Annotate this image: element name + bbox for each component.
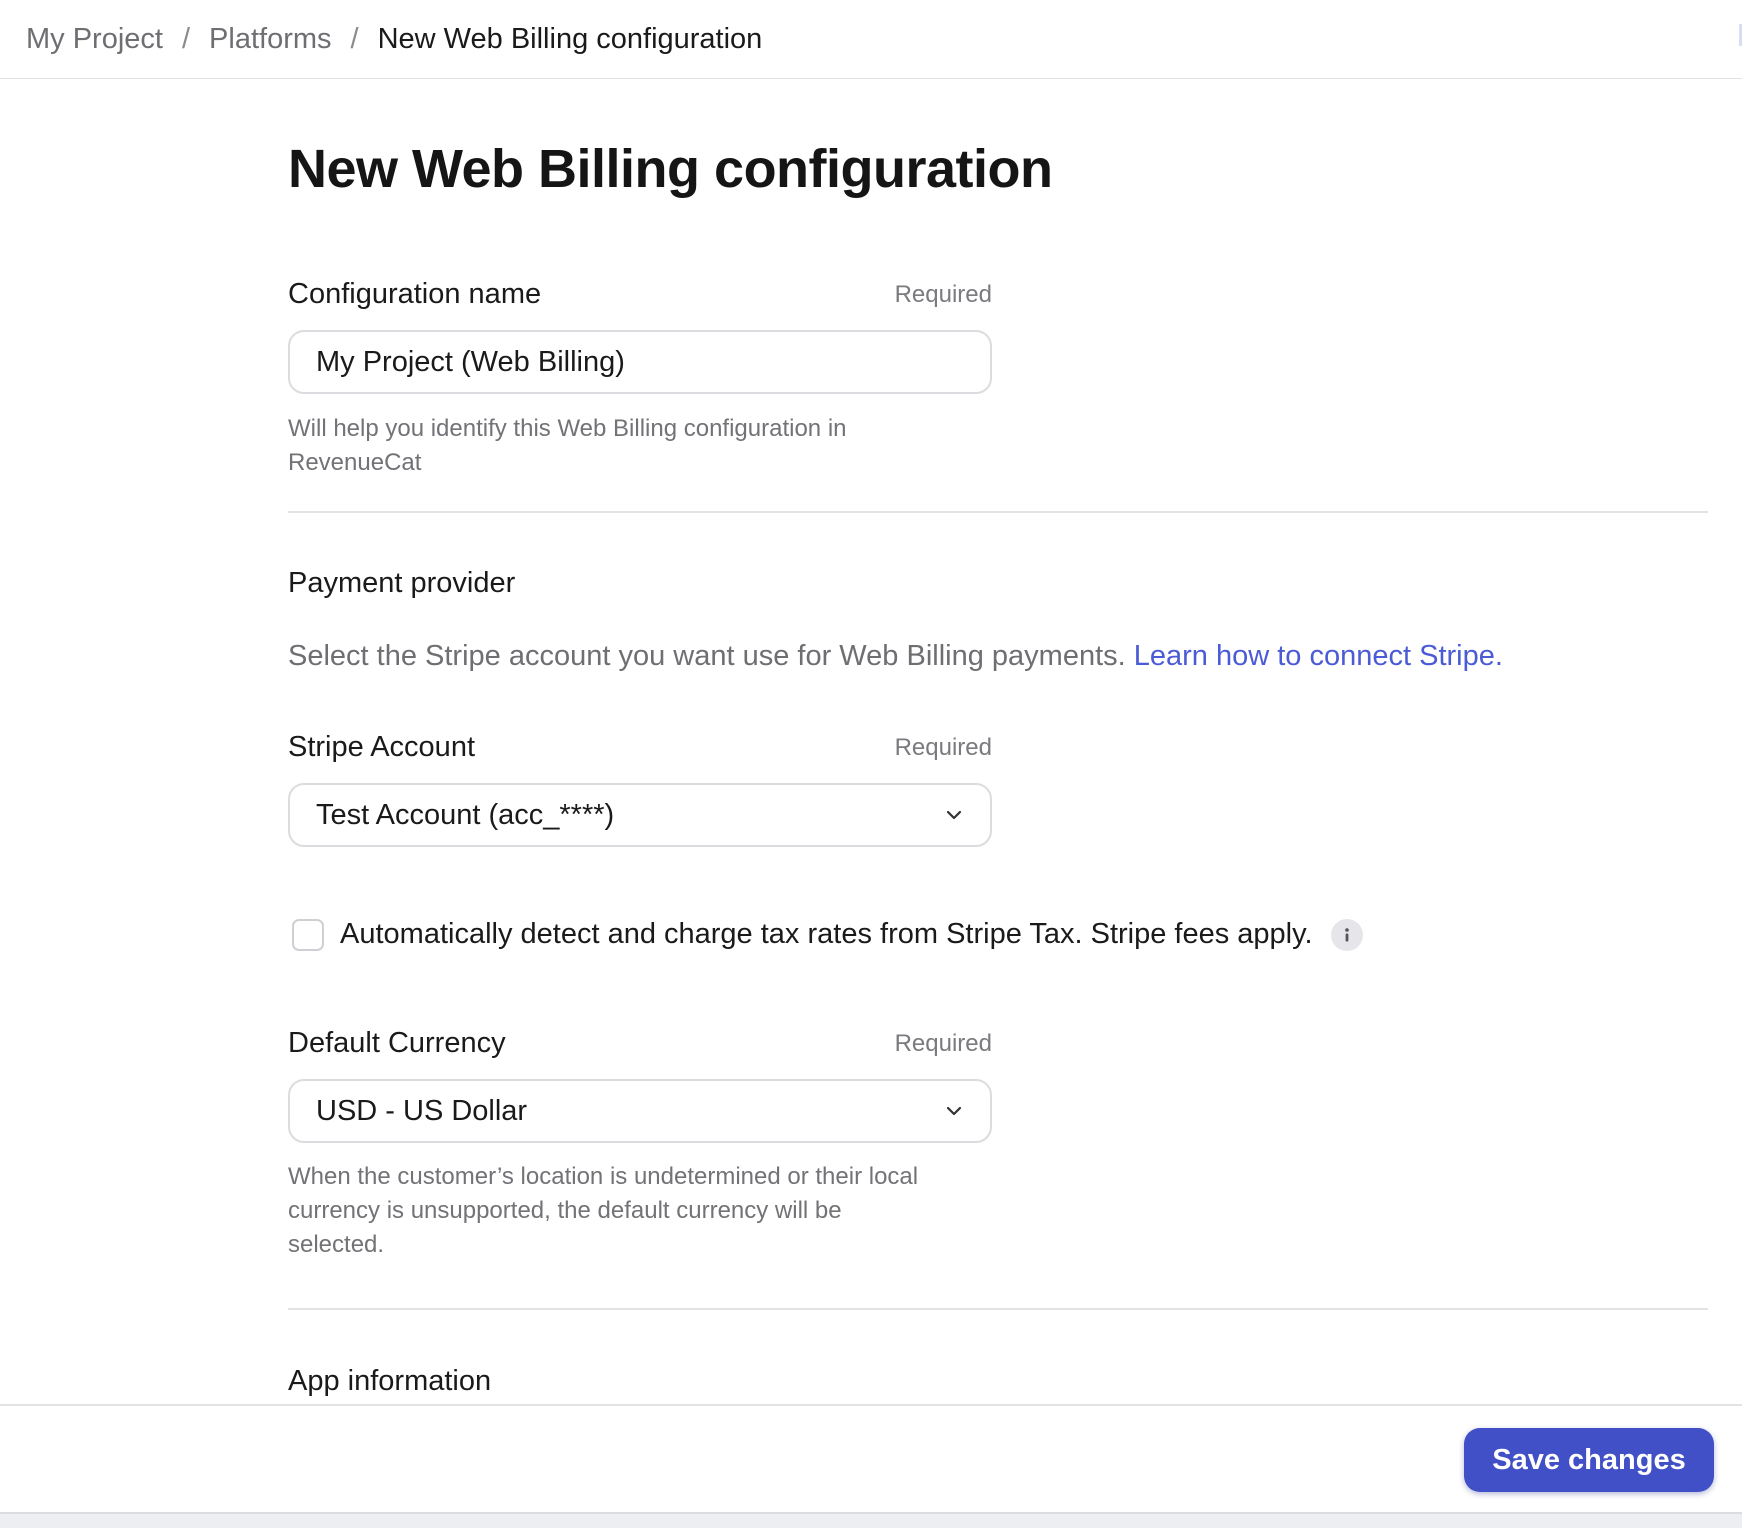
window-bottom-edge xyxy=(0,1512,1742,1528)
default-currency-help-line: When the customer’s location is undeterm… xyxy=(288,1163,919,1190)
payment-provider-title: Payment provider xyxy=(288,567,516,599)
config-name-required: Required xyxy=(894,281,992,308)
payment-provider-description: Select the Stripe account you want use f… xyxy=(288,640,1503,673)
breadcrumb-current: New Web Billing configuration xyxy=(377,22,763,55)
config-name-input[interactable] xyxy=(288,330,992,394)
info-glyph-icon xyxy=(1344,927,1349,941)
config-name-label: Configuration name xyxy=(288,278,542,310)
breadcrumb-item-platforms[interactable]: Platforms xyxy=(209,23,331,56)
page-title: New Web Billing configuration xyxy=(288,139,1053,199)
info-icon[interactable] xyxy=(1330,918,1363,951)
breadcrumb-item-project[interactable]: My Project xyxy=(26,23,163,56)
config-name-help-line: Will help you identify this Web Billing … xyxy=(288,415,847,442)
stripe-account-label: Stripe Account xyxy=(288,731,475,763)
breadcrumb-separator: / xyxy=(181,22,191,55)
config-name-help-line: RevenueCat xyxy=(288,449,422,476)
save-button[interactable]: Save changes xyxy=(1464,1428,1714,1492)
chevron-down-icon xyxy=(946,810,962,820)
breadcrumb: My Project / Platforms / New Web Billing… xyxy=(0,0,1742,79)
stripe-account-value: Test Account (acc_****) xyxy=(316,798,615,831)
default-currency-label: Default Currency xyxy=(288,1027,506,1059)
default-currency-value: USD - US Dollar xyxy=(316,1094,528,1127)
section-divider xyxy=(288,511,1708,513)
default-currency-help-line: currency is unsupported, the default cur… xyxy=(288,1197,842,1224)
stripe-account-required: Required xyxy=(894,734,992,761)
default-currency-help: When the customer’s location is undeterm… xyxy=(288,1160,1028,1262)
section-divider xyxy=(288,1308,1708,1310)
default-currency-help-line: selected. xyxy=(288,1231,385,1258)
breadcrumb-separator: / xyxy=(350,22,359,55)
config-name-help: Will help you identify this Web Billing … xyxy=(288,412,1008,480)
tax-checkbox[interactable] xyxy=(292,918,324,951)
chevron-down-icon xyxy=(946,1106,962,1116)
app-information-title: App information xyxy=(288,1365,492,1397)
connect-stripe-link[interactable]: Learn how to connect Stripe. xyxy=(1134,640,1503,672)
tax-checkbox-label[interactable]: Automatically detect and charge tax rate… xyxy=(340,918,1313,951)
tax-checkbox-row: Automatically detect and charge tax rate… xyxy=(292,918,1363,951)
default-currency-required: Required xyxy=(894,1030,992,1057)
default-currency-select[interactable]: USD - US Dollar xyxy=(288,1079,992,1143)
payment-provider-description-text: Select the Stripe account you want use f… xyxy=(288,640,1134,672)
stripe-account-select[interactable]: Test Account (acc_****) xyxy=(288,783,992,847)
